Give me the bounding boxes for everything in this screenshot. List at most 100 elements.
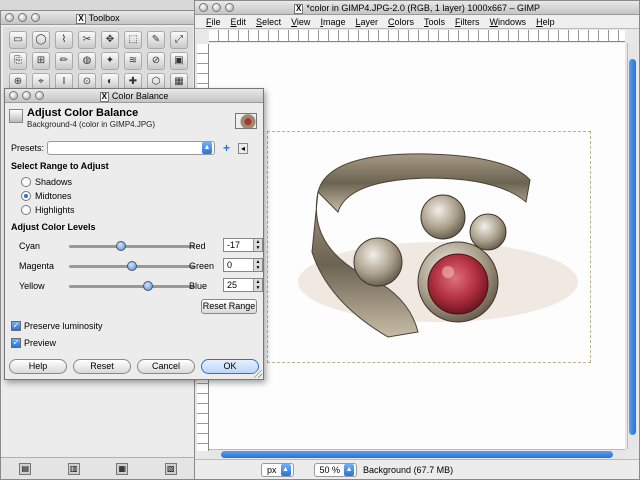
horizontal-scrollbar[interactable] (209, 449, 625, 459)
image-zoom-button[interactable] (225, 3, 234, 12)
menu-edit[interactable]: Edit (226, 15, 252, 28)
cyan-red-track[interactable] (69, 241, 195, 251)
chevron-updown-icon: ▲ (202, 142, 212, 154)
image-titlebar[interactable]: X *color in GIMP4.JPG-2.0 (RGB, 1 layer) … (195, 1, 639, 15)
image-close-button[interactable] (199, 3, 208, 12)
tool-button-r1c5[interactable]: ✥ (101, 31, 119, 49)
zoom-select[interactable]: 50 % ▲ (313, 462, 358, 477)
restore-options-icon[interactable]: ▥ (67, 462, 80, 475)
red-gem (427, 253, 489, 315)
radio-highlights[interactable]: Highlights (21, 205, 75, 215)
x11-icon: X (294, 4, 304, 14)
add-preset-icon[interactable]: + (223, 141, 230, 155)
delete-options-icon[interactable]: ▦ (116, 462, 129, 475)
unit-value: px (267, 464, 277, 475)
menu-image[interactable]: Image (315, 15, 350, 28)
save-options-icon[interactable]: ▤ (19, 462, 32, 475)
menu-tools[interactable]: Tools (419, 15, 450, 28)
spin-arrows-icon[interactable]: ▲ ▼ (253, 239, 262, 251)
preset-menu-icon[interactable]: ◂ (238, 142, 249, 154)
spin-arrows-icon[interactable]: ▲ ▼ (253, 259, 262, 271)
magenta-green-value-input[interactable]: 0 ▲ ▼ (223, 258, 263, 272)
green-label: Green (189, 261, 215, 271)
reset-button[interactable]: Reset (73, 359, 131, 374)
dialog-window-controls (9, 91, 44, 100)
cyan-red-knob[interactable] (116, 241, 127, 251)
window-controls (5, 13, 40, 22)
tool-button-r2c3[interactable]: ✏ (55, 52, 73, 70)
tool-button-r2c1[interactable]: ⎘ (9, 52, 27, 70)
tool-button-r1c7[interactable]: ✎ (147, 31, 165, 49)
menu-filters[interactable]: Filters (450, 15, 485, 28)
yellow-blue-value-input[interactable]: 25 ▲ ▼ (223, 278, 263, 292)
tool-button-r1c2[interactable]: ◯ (32, 31, 50, 49)
dialog-zoom-button[interactable] (35, 91, 44, 100)
horizontal-ruler[interactable] (209, 30, 625, 42)
cancel-button[interactable]: Cancel (137, 359, 195, 374)
presets-row: Presets: ▲ + ◂ (11, 141, 249, 155)
dialog-titlebar[interactable]: X Color Balance (5, 89, 263, 103)
close-window-button[interactable] (5, 13, 14, 22)
preview-label: Preview (24, 338, 57, 348)
unit-select[interactable]: px ▲ (261, 462, 294, 477)
yellow-blue-track[interactable] (69, 281, 195, 291)
vertical-scrollbar[interactable] (627, 43, 637, 449)
magenta-label: Magenta (19, 261, 55, 271)
image-minimize-button[interactable] (212, 3, 221, 12)
resize-grip[interactable] (254, 370, 262, 378)
toolbox-title: Toolbox (88, 13, 120, 23)
x11-icon: X (99, 92, 109, 102)
gem-highlight (442, 266, 454, 278)
radio-shadows[interactable]: Shadows (21, 177, 72, 187)
radio-highlights-dot[interactable] (21, 205, 31, 215)
radio-midtones[interactable]: Midtones (21, 191, 72, 201)
spin-arrows-icon[interactable]: ▲ ▼ (253, 279, 262, 291)
tool-button-r1c4[interactable]: ✂ (78, 31, 96, 49)
radio-shadows-dot[interactable] (21, 177, 31, 187)
magenta-green-track[interactable] (69, 261, 195, 271)
image-canvas[interactable] (209, 43, 625, 449)
preview-checkbox[interactable]: ✓ (11, 338, 21, 348)
bead-left (353, 237, 403, 287)
preview-row[interactable]: ✓ Preview (11, 338, 56, 348)
yellow-blue-knob[interactable] (142, 281, 153, 291)
dialog-close-button[interactable] (9, 91, 18, 100)
horizontal-scroll-thumb[interactable] (221, 451, 613, 458)
menu-windows[interactable]: Windows (485, 15, 532, 28)
menu-colors[interactable]: Colors (383, 15, 419, 28)
cyan-red-value-input[interactable]: -17 ▲ ▼ (223, 238, 263, 252)
minimize-window-button[interactable] (18, 13, 27, 22)
zoom-window-button[interactable] (31, 13, 40, 22)
toolbox-titlebar[interactable]: X Toolbox (1, 11, 195, 25)
menu-help[interactable]: Help (531, 15, 560, 28)
vertical-scroll-thumb[interactable] (629, 59, 636, 435)
preserve-luminosity-row[interactable]: ✓ Preserve luminosity (11, 321, 103, 331)
reset-options-icon[interactable]: ▧ (164, 462, 177, 475)
menu-select[interactable]: Select (251, 15, 286, 28)
preserve-luminosity-checkbox[interactable]: ✓ (11, 321, 21, 331)
dialog-minimize-button[interactable] (22, 91, 31, 100)
tool-button-r2c5[interactable]: ✦ (101, 52, 119, 70)
tool-button-r1c6[interactable]: ⬚ (124, 31, 142, 49)
tool-button-r2c8[interactable]: ▣ (170, 52, 188, 70)
cyan-label: Cyan (19, 241, 41, 251)
reset-range-button[interactable]: Reset Range (201, 299, 257, 314)
help-button[interactable]: Help (9, 359, 67, 374)
presets-select[interactable]: ▲ (47, 141, 215, 155)
radio-midtones-dot[interactable] (21, 191, 31, 201)
tool-button-r1c1[interactable]: ▭ (9, 31, 27, 49)
ok-button[interactable]: OK (201, 359, 259, 374)
image-thumbnail (235, 113, 257, 129)
color-balance-dialog: X Color Balance Adjust Color Balance Back… (4, 88, 264, 380)
tool-button-r2c2[interactable]: ⊞ (32, 52, 50, 70)
tool-button-r2c7[interactable]: ⊘ (147, 52, 165, 70)
tool-button-r2c6[interactable]: ≋ (124, 52, 142, 70)
menu-layer[interactable]: Layer (350, 15, 383, 28)
tool-button-r1c3[interactable]: ⌇ (55, 31, 73, 49)
menu-file[interactable]: File (201, 15, 226, 28)
magenta-green-knob[interactable] (127, 261, 137, 271)
tool-button-r1c8[interactable]: ⤢ (170, 31, 188, 49)
menu-bar: File Edit Select View Image Layer Colors Tools F… (195, 15, 639, 29)
tool-button-r2c4[interactable]: ◍ (78, 52, 96, 70)
menu-view[interactable]: View (286, 15, 315, 28)
